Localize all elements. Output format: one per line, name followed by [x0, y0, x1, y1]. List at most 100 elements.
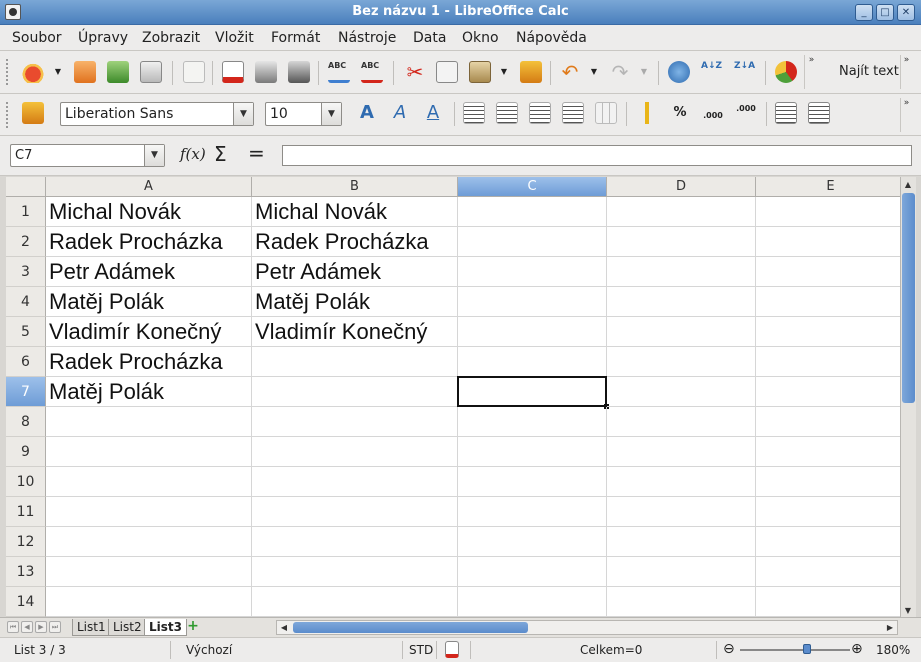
spreadsheet-grid[interactable]: A B C D E 1 Michal Novák Michal Novák 2 Radek Pro…	[6, 177, 900, 617]
cell-b12[interactable]	[252, 527, 458, 557]
print-icon[interactable]	[255, 61, 277, 83]
toolbar-grip[interactable]	[6, 102, 10, 128]
cell-e4[interactable]	[756, 287, 900, 317]
row-header[interactable]: 7	[6, 377, 46, 407]
cell-b3[interactable]: Petr Adámek	[252, 257, 458, 287]
scroll-down-icon[interactable]: ▼	[901, 604, 915, 618]
cell-a10[interactable]	[46, 467, 252, 497]
cell-a9[interactable]	[46, 437, 252, 467]
column-header-d[interactable]: D	[607, 177, 756, 197]
row-header[interactable]: 14	[6, 587, 46, 617]
cell-c6[interactable]	[458, 347, 607, 377]
cell-c5[interactable]	[458, 317, 607, 347]
first-sheet-icon[interactable]: ⏮	[7, 621, 19, 633]
justify-icon[interactable]	[562, 102, 584, 124]
function-wizard-icon[interactable]: f(x)	[180, 145, 206, 163]
name-box[interactable]: C7 ▼	[10, 144, 165, 167]
row-header[interactable]: 6	[6, 347, 46, 377]
zoom-slider-knob[interactable]	[803, 644, 811, 654]
cell-c3[interactable]	[458, 257, 607, 287]
row-header[interactable]: 11	[6, 497, 46, 527]
cell-b4[interactable]: Matěj Polák	[252, 287, 458, 317]
cell-c11[interactable]	[458, 497, 607, 527]
cell-e12[interactable]	[756, 527, 900, 557]
cell-a7[interactable]: Matěj Polák	[46, 377, 252, 407]
cell-c2[interactable]	[458, 227, 607, 257]
save-icon[interactable]	[107, 61, 129, 83]
row-header[interactable]: 10	[6, 467, 46, 497]
cell-a2[interactable]: Radek Procházka	[46, 227, 252, 257]
cell-d14[interactable]	[607, 587, 756, 617]
cell-d5[interactable]	[607, 317, 756, 347]
horizontal-scrollbar[interactable]: ◀ ▶	[276, 620, 898, 635]
cell-d10[interactable]	[607, 467, 756, 497]
cell-e3[interactable]	[756, 257, 900, 287]
cell-a6[interactable]: Radek Procházka	[46, 347, 252, 377]
cell-e9[interactable]	[756, 437, 900, 467]
cell-d4[interactable]	[607, 287, 756, 317]
chevron-down-icon[interactable]: ▼	[233, 103, 253, 125]
email-icon[interactable]	[140, 61, 162, 83]
cell-e1[interactable]	[756, 197, 900, 227]
cell-c14[interactable]	[458, 587, 607, 617]
spellcheck-icon[interactable]: ABC	[328, 61, 350, 83]
scroll-right-icon[interactable]: ▶	[883, 621, 897, 635]
menu-data[interactable]: Data	[413, 30, 446, 46]
zoom-in-icon[interactable]: ⊕	[851, 641, 863, 657]
row-header[interactable]: 13	[6, 557, 46, 587]
undo-dropdown-icon[interactable]: ▼	[588, 61, 600, 83]
export-pdf-icon[interactable]	[222, 61, 244, 83]
cell-a5[interactable]: Vladimír Konečný	[46, 317, 252, 347]
new-document-icon[interactable]	[22, 61, 44, 83]
font-size-combo[interactable]: 10 ▼	[265, 102, 342, 126]
column-header-c[interactable]: C	[458, 177, 607, 197]
chevron-down-icon[interactable]: ▼	[321, 103, 341, 125]
cell-c4[interactable]	[458, 287, 607, 317]
cell-a3[interactable]: Petr Adámek	[46, 257, 252, 287]
formula-input[interactable]	[282, 145, 912, 166]
cell-b13[interactable]	[252, 557, 458, 587]
menu-vlozit[interactable]: Vložit	[215, 30, 254, 46]
cell-a8[interactable]	[46, 407, 252, 437]
paste-dropdown-icon[interactable]: ▼	[498, 61, 510, 83]
cell-a12[interactable]	[46, 527, 252, 557]
cell-a14[interactable]	[46, 587, 252, 617]
cell-b8[interactable]	[252, 407, 458, 437]
cell-d12[interactable]	[607, 527, 756, 557]
menu-napoveda[interactable]: Nápověda	[516, 30, 587, 46]
bold-icon[interactable]: A	[356, 102, 378, 124]
styles-formatting-icon[interactable]	[22, 102, 44, 124]
toolbar-overflow-icon[interactable]: »	[804, 55, 818, 89]
menu-zobrazit[interactable]: Zobrazit	[142, 30, 200, 46]
chart-icon[interactable]	[775, 61, 797, 83]
cell-d8[interactable]	[607, 407, 756, 437]
row-header[interactable]: 3	[6, 257, 46, 287]
cell-b2[interactable]: Radek Procházka	[252, 227, 458, 257]
cell-c9[interactable]	[458, 437, 607, 467]
edit-file-icon[interactable]	[183, 61, 205, 83]
cell-e10[interactable]	[756, 467, 900, 497]
decrease-indent-icon[interactable]	[775, 102, 797, 124]
cell-a13[interactable]	[46, 557, 252, 587]
align-center-icon[interactable]	[496, 102, 518, 124]
selection-mode[interactable]: STD	[409, 643, 433, 657]
merge-cells-icon[interactable]	[595, 102, 617, 124]
zoom-level[interactable]: 180%	[876, 643, 910, 657]
sheet-tab-list2[interactable]: List2	[108, 619, 147, 636]
sort-descending-icon[interactable]: Z↓A	[734, 61, 756, 83]
vertical-scrollbar[interactable]: ▲ ▼	[900, 177, 916, 620]
cell-c13[interactable]	[458, 557, 607, 587]
cell-c10[interactable]	[458, 467, 607, 497]
select-all-corner[interactable]	[6, 177, 46, 197]
cell-a11[interactable]	[46, 497, 252, 527]
cell-d11[interactable]	[607, 497, 756, 527]
cell-b10[interactable]	[252, 467, 458, 497]
cell-c1[interactable]	[458, 197, 607, 227]
row-header[interactable]: 9	[6, 437, 46, 467]
maximize-button[interactable]: □	[876, 4, 894, 21]
row-header[interactable]: 1	[6, 197, 46, 227]
cell-b7[interactable]	[252, 377, 458, 407]
cell-d13[interactable]	[607, 557, 756, 587]
cell-b1[interactable]: Michal Novák	[252, 197, 458, 227]
cell-b11[interactable]	[252, 497, 458, 527]
